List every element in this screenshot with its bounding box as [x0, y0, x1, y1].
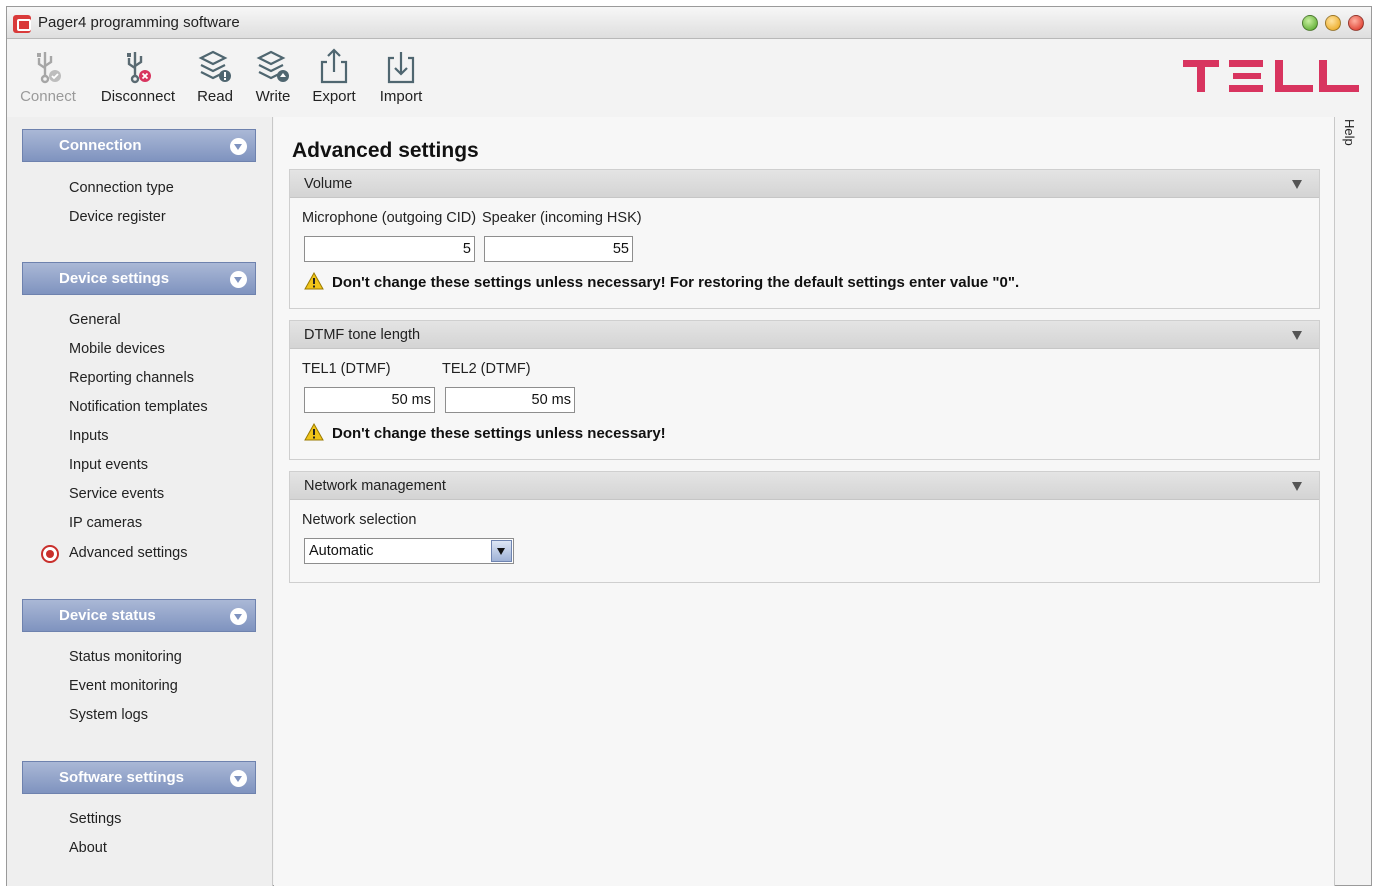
- sidebar-item-ip-cameras[interactable]: IP cameras: [69, 515, 142, 531]
- read-button[interactable]: Read: [195, 46, 235, 105]
- sidebar-group-device-status[interactable]: Device status: [22, 599, 256, 632]
- minimize-button[interactable]: [1302, 15, 1318, 31]
- sidebar-item-service-events[interactable]: Service events: [69, 486, 164, 502]
- usb-disconnect-icon: [127, 52, 151, 84]
- network-selection-value: Automatic: [309, 543, 374, 559]
- tel2-label: TEL2 (DTMF): [442, 361, 531, 377]
- sidebar: Connection Connection type Device regist…: [7, 117, 273, 886]
- import-download-icon: [387, 52, 415, 84]
- section-title: DTMF tone length: [304, 327, 421, 343]
- export-upload-icon: [320, 48, 348, 84]
- help-tab[interactable]: Help: [1341, 119, 1357, 146]
- sidebar-item-notification-templates[interactable]: Notification templates: [69, 399, 208, 415]
- sidebar-item-general[interactable]: General: [69, 312, 121, 328]
- microphone-volume-input[interactable]: 5: [304, 236, 475, 262]
- app-icon: [13, 15, 31, 33]
- section-header-network[interactable]: Network management: [290, 472, 1319, 500]
- dtmf-warning-text: Don't change these settings unless neces…: [332, 425, 666, 442]
- section-header-dtmf[interactable]: DTMF tone length: [290, 321, 1319, 349]
- warning-triangle-icon: [304, 423, 324, 441]
- collapse-triangle-icon: [1292, 331, 1302, 340]
- disconnect-label: Disconnect: [100, 88, 176, 105]
- sidebar-group-software-settings[interactable]: Software settings: [22, 761, 256, 794]
- sidebar-group-device-settings[interactable]: Device settings: [22, 262, 256, 295]
- speaker-volume-input[interactable]: 55: [484, 236, 633, 262]
- chevron-down-icon: [230, 138, 247, 155]
- read-label: Read: [197, 88, 233, 105]
- connect-button[interactable]: Connect: [17, 46, 79, 105]
- usb-plug-icon: [37, 52, 61, 84]
- export-button[interactable]: Export: [309, 46, 359, 105]
- tel1-label: TEL1 (DTMF): [302, 361, 391, 377]
- write-button[interactable]: Write: [251, 46, 295, 105]
- disconnect-button[interactable]: Disconnect: [97, 46, 179, 105]
- sidebar-group-connection[interactable]: Connection: [22, 129, 256, 162]
- section-header-volume[interactable]: Volume: [290, 170, 1319, 198]
- write-label: Write: [255, 88, 291, 105]
- tell-logo: [1183, 60, 1359, 92]
- dtmf-section: DTMF tone length TEL1 (DTMF) TEL2 (DTMF)…: [289, 320, 1320, 460]
- sidebar-item-connection-type[interactable]: Connection type: [69, 180, 174, 196]
- sidebar-group-title: Software settings: [59, 769, 185, 786]
- dropdown-arrow-icon[interactable]: [491, 540, 512, 562]
- network-selection-label: Network selection: [302, 512, 417, 528]
- import-button[interactable]: Import: [375, 46, 427, 105]
- connect-label: Connect: [20, 88, 76, 105]
- chevron-down-icon: [230, 770, 247, 787]
- sidebar-group-title: Connection: [59, 137, 142, 154]
- export-label: Export: [312, 88, 356, 105]
- sidebar-item-mobile-devices[interactable]: Mobile devices: [69, 341, 165, 357]
- sidebar-item-input-events[interactable]: Input events: [69, 457, 148, 473]
- chevron-down-icon: [230, 608, 247, 625]
- sidebar-group-title: Device settings: [59, 270, 170, 287]
- sidebar-item-reporting-channels[interactable]: Reporting channels: [69, 370, 194, 386]
- sidebar-item-settings[interactable]: Settings: [69, 811, 121, 827]
- toolbar: Connect Disconnect Read Write Export Imp…: [7, 40, 1371, 116]
- tel1-dtmf-input[interactable]: 50 ms: [304, 387, 435, 413]
- collapse-triangle-icon: [1292, 482, 1302, 491]
- speaker-label: Speaker (incoming HSK): [482, 210, 642, 226]
- sidebar-item-about[interactable]: About: [69, 840, 107, 856]
- volume-warning-text: Don't change these settings unless neces…: [332, 274, 1020, 291]
- selected-item-marker-icon: [41, 545, 59, 563]
- chevron-down-icon: [230, 271, 247, 288]
- volume-warning: Don't change these settings unless neces…: [304, 272, 1019, 291]
- section-title: Volume: [304, 176, 353, 192]
- volume-section: Volume Microphone (outgoing CID) Speaker…: [289, 169, 1320, 309]
- database-read-icon: [198, 50, 231, 82]
- network-selection-dropdown[interactable]: Automatic: [304, 538, 514, 564]
- sidebar-item-inputs[interactable]: Inputs: [69, 428, 109, 444]
- maximize-button[interactable]: [1325, 15, 1341, 31]
- page-title: Advanced settings: [292, 139, 479, 162]
- close-window-button[interactable]: [1348, 15, 1364, 31]
- window-title: Pager4 programming software: [38, 14, 240, 31]
- sidebar-item-system-logs[interactable]: System logs: [69, 707, 148, 723]
- title-bar: Pager4 programming software: [7, 7, 1371, 39]
- import-label: Import: [379, 88, 423, 105]
- main-panel: Advanced settings Volume Microphone (out…: [274, 117, 1335, 886]
- sidebar-item-event-monitoring[interactable]: Event monitoring: [69, 678, 178, 694]
- microphone-label: Microphone (outgoing CID): [302, 210, 477, 226]
- database-write-icon: [256, 50, 289, 82]
- network-section: Network management Network selection Aut…: [289, 471, 1320, 583]
- tel2-dtmf-input[interactable]: 50 ms: [445, 387, 575, 413]
- collapse-triangle-icon: [1292, 180, 1302, 189]
- sidebar-item-advanced-settings[interactable]: Advanced settings: [69, 545, 188, 561]
- sidebar-group-title: Device status: [59, 607, 156, 624]
- app-window: Pager4 programming software Connect Disc…: [6, 6, 1372, 886]
- sidebar-item-status-monitoring[interactable]: Status monitoring: [69, 649, 182, 665]
- sidebar-item-device-register[interactable]: Device register: [69, 209, 166, 225]
- warning-triangle-icon: [304, 272, 324, 290]
- section-title: Network management: [304, 478, 446, 494]
- dtmf-warning: Don't change these settings unless neces…: [304, 423, 666, 442]
